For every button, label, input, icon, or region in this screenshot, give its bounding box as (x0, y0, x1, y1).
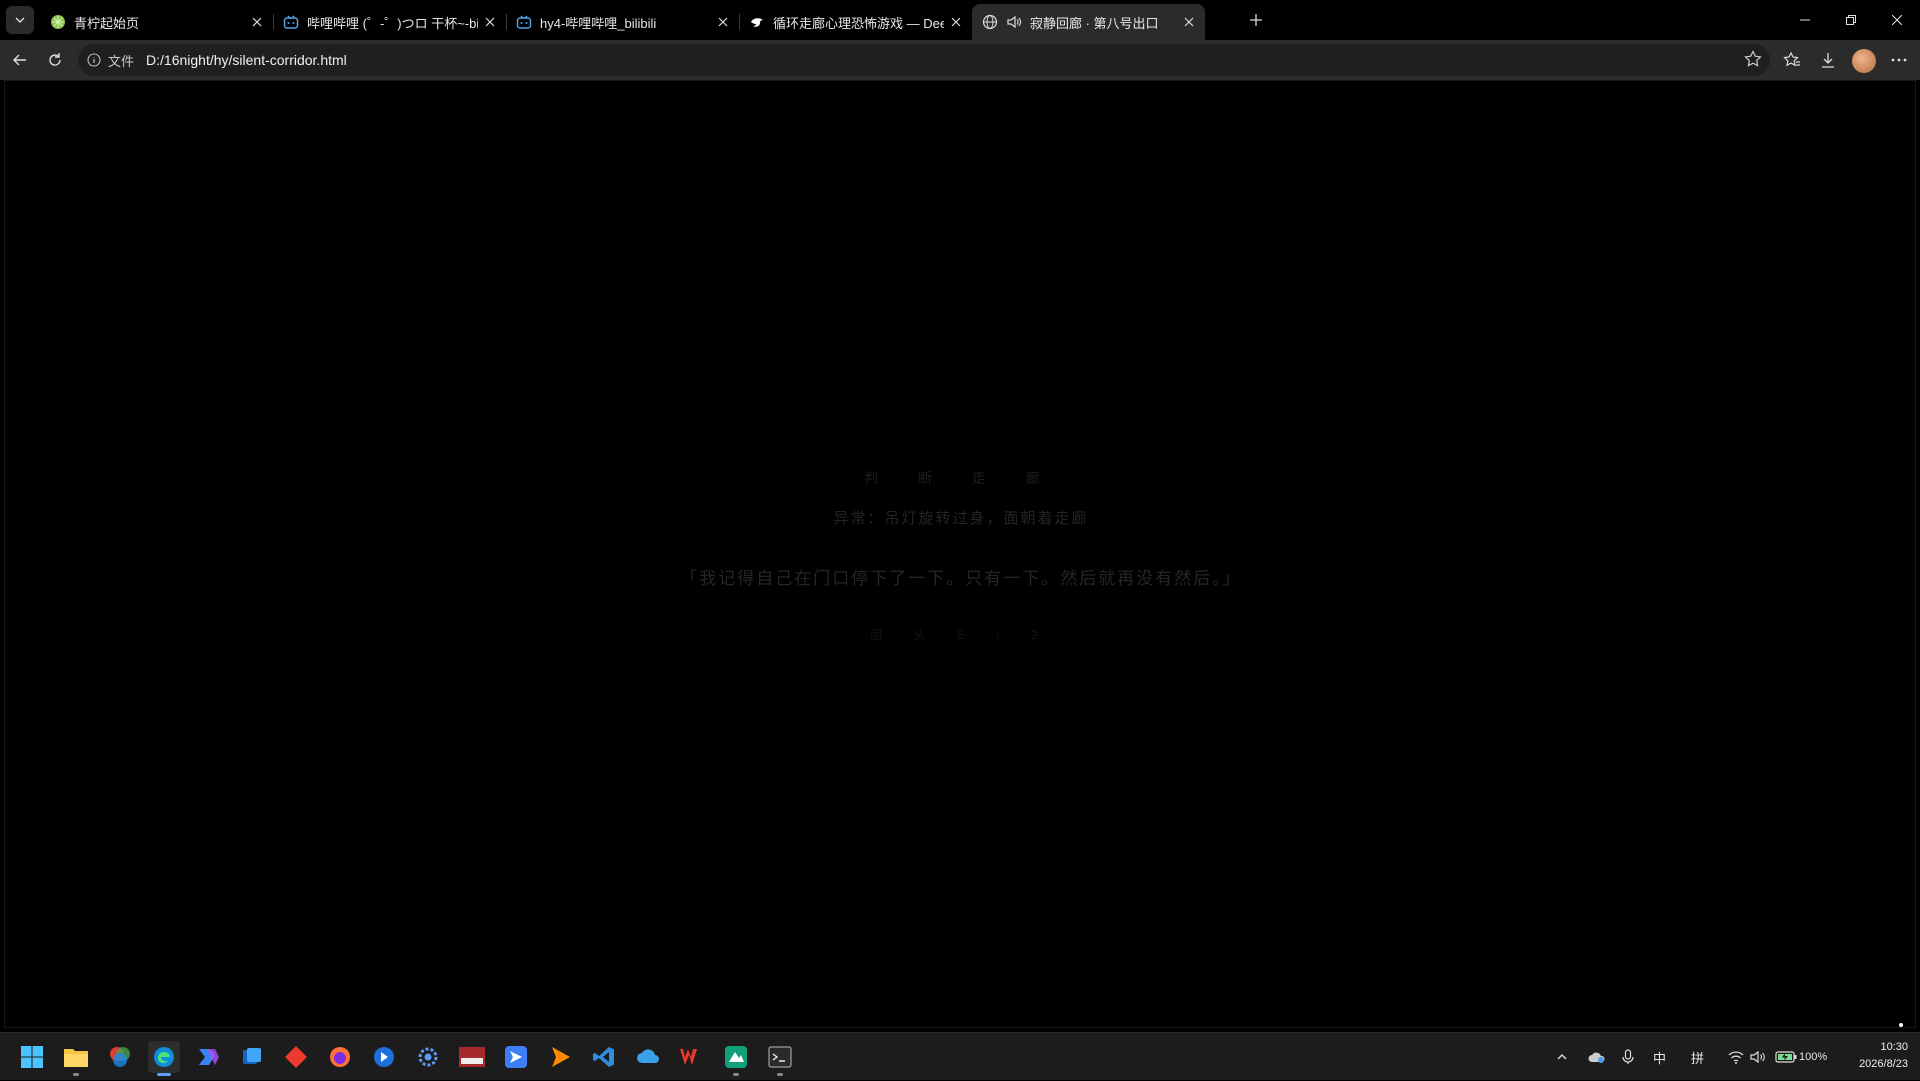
restore-icon (1846, 15, 1856, 25)
tray-overflow-button[interactable] (1556, 1033, 1568, 1081)
plus-icon (1250, 14, 1262, 26)
quote-text: 「我记得自己在门口停下了一下。只有一下。然后就再没有然后。」 (680, 569, 1242, 588)
clock[interactable]: 10:30 2026/8/23 (1859, 1039, 1908, 1073)
download-icon (1822, 53, 1834, 68)
settings-gear-icon[interactable] (412, 1041, 444, 1073)
tab-actions-button[interactable] (6, 6, 34, 34)
favorites-icon (1783, 51, 1800, 67)
favorites-button[interactable] (1778, 46, 1806, 74)
m365-icon[interactable] (192, 1041, 224, 1073)
tab-title: hy4-哔哩哔哩_bilibili (540, 15, 657, 31)
battery-percent: 100% (1799, 1051, 1828, 1063)
app-arrow-icon[interactable] (544, 1041, 576, 1073)
wifi-icon[interactable] (1728, 1033, 1744, 1081)
ime-name-indicator[interactable]: 拼 (1691, 1033, 1704, 1081)
profile-avatar[interactable] (1852, 49, 1876, 73)
edge-icon[interactable] (148, 1041, 180, 1076)
microphone-icon[interactable] (1622, 1033, 1634, 1081)
tab-deepseek[interactable]: 循环走廊心理恐怖游戏 — DeepSeek (739, 4, 972, 40)
tab-bilibili-home[interactable]: 哔哩哔哩 (゜-゜)つロ 干杯~-bilibili (273, 4, 506, 40)
minimize-icon (1800, 19, 1810, 21)
reload-icon (49, 53, 61, 66)
volume-icon[interactable] (1750, 1033, 1766, 1081)
anomaly-text: 异常：吊灯旋转过身，面朝着走廊 (833, 510, 1089, 527)
favorite-star-icon[interactable] (1744, 50, 1762, 73)
wps-icon[interactable] (676, 1041, 708, 1073)
globe-icon (982, 14, 998, 30)
tab-title: 哔哩哔哩 (゜-゜)つロ 干杯~-bilibili (307, 15, 478, 31)
close-icon[interactable] (715, 14, 731, 30)
new-tab-button[interactable] (1244, 8, 1268, 32)
close-icon (1892, 15, 1902, 25)
ime-mode-indicator[interactable]: 中 (1653, 1033, 1666, 1081)
vscode-icon[interactable] (588, 1041, 620, 1073)
close-icon[interactable] (482, 14, 498, 30)
tab-hy4-bilibili[interactable]: hy4-哔哩哔哩_bilibili (506, 4, 739, 40)
chevron-up-icon (1557, 1054, 1567, 1060)
clock-time: 10:30 (1880, 1041, 1908, 1053)
bilibili-icon (516, 14, 532, 30)
downloads-button[interactable] (1814, 46, 1842, 74)
tab-title: 青柠起始页 (74, 15, 140, 31)
reload-button[interactable] (41, 46, 69, 74)
windows-start-icon[interactable] (16, 1041, 48, 1073)
floor-label: 判 断 走 廊 (864, 470, 1058, 486)
tab-qingning[interactable]: 青柠起始页 (40, 4, 273, 40)
deepseek-icon (749, 14, 765, 30)
clock-date: 2026/8/23 (1859, 1058, 1908, 1070)
battery-indicator[interactable]: 100% (1775, 1033, 1827, 1081)
onedrive-icon[interactable] (1588, 1033, 1606, 1081)
app-green-icon[interactable] (720, 1041, 752, 1076)
cursor-dot (1899, 1023, 1903, 1027)
tab-title: 循环走廊心理恐怖游戏 — DeepSeek (773, 15, 944, 31)
app-bluecircle-icon[interactable] (368, 1041, 400, 1073)
info-icon[interactable] (84, 53, 104, 67)
file-explorer-icon[interactable] (60, 1041, 92, 1076)
close-icon[interactable] (1181, 14, 1197, 30)
bilibili-icon (283, 14, 299, 30)
back-arrow-icon (13, 54, 26, 66)
speaker-icon[interactable] (1006, 14, 1022, 30)
tab-strip: 青柠起始页 哔哩哔哩 (゜-゜)つロ 干杯~-bilibili hy4-哔哩哔哩… (0, 0, 1920, 40)
restore-button[interactable] (1828, 0, 1874, 40)
battery-charging-icon (1775, 1051, 1797, 1063)
app-blue-icon[interactable] (236, 1041, 268, 1073)
page-viewport: 判 断 走 廊 异常：吊灯旋转过身，面朝着走廊 「我记得自己在门口停下了一下。只… (4, 80, 1916, 1028)
window-controls (1782, 0, 1920, 40)
firefox-icon[interactable] (324, 1041, 356, 1073)
chevron-down-icon (15, 17, 25, 23)
browser-toolbar: 文件 D:/16night/hy/silent-corridor.html (0, 40, 1920, 80)
url-text[interactable]: D:/16night/hy/silent-corridor.html (146, 52, 347, 68)
tab-title: 寂静回廊 · 第八号出口 (1030, 15, 1159, 31)
close-icon[interactable] (948, 14, 964, 30)
address-bar[interactable]: 文件 D:/16night/hy/silent-corridor.html (78, 44, 1770, 76)
more-dots-icon (1891, 58, 1907, 62)
back-button[interactable] (6, 46, 34, 74)
tab-list: 青柠起始页 哔哩哔哩 (゜-゜)つロ 干杯~-bilibili hy4-哔哩哔哩… (40, 4, 1205, 40)
app-cloud-icon[interactable] (632, 1041, 664, 1073)
tab-silent-corridor[interactable]: 寂静回廊 · 第八号出口 (972, 4, 1205, 40)
voicemeeter-icon[interactable] (456, 1041, 488, 1073)
terminal-icon[interactable] (764, 1041, 796, 1076)
close-window-button[interactable] (1874, 0, 1920, 40)
app-dart-icon[interactable] (500, 1041, 532, 1073)
scheme-label: 文件 (108, 53, 135, 69)
taskbar: 中 拼 100% 10:30 2026/8/23 (0, 1032, 1920, 1080)
app-diamond-icon[interactable] (280, 1041, 312, 1073)
close-icon[interactable] (249, 14, 265, 30)
lemon-icon (50, 14, 66, 30)
app-colorful-icon[interactable] (104, 1041, 136, 1073)
control-hint: 回 头 E / 2 (870, 628, 1052, 642)
minimize-button[interactable] (1782, 0, 1828, 40)
settings-more-button[interactable] (1885, 46, 1913, 74)
